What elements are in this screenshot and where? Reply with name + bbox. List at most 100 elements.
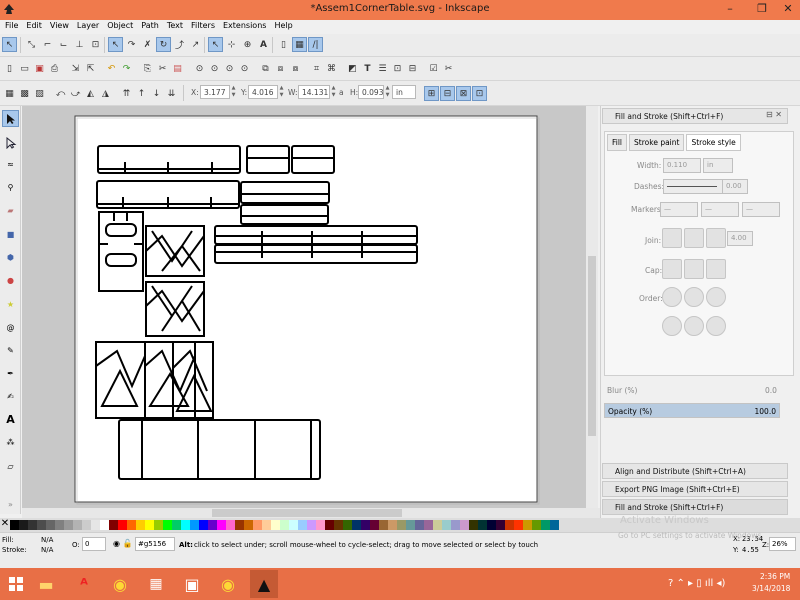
- y-spinner-icon[interactable]: ▲ ▼: [278, 85, 285, 99]
- color-swatch[interactable]: [523, 520, 532, 530]
- snap-object-center-icon[interactable]: ⊕: [240, 37, 255, 52]
- cap-butt-icon[interactable]: [662, 259, 682, 279]
- color-swatch[interactable]: [190, 520, 199, 530]
- color-swatch[interactable]: [379, 520, 388, 530]
- color-swatch[interactable]: [496, 520, 505, 530]
- chrome-icon[interactable]: ◉: [106, 570, 134, 598]
- snap-bbox-icon[interactable]: ⤡: [24, 37, 39, 52]
- marker-start-select[interactable]: —: [660, 202, 698, 217]
- miter-limit-field[interactable]: 4.00: [727, 231, 753, 246]
- color-swatch[interactable]: [442, 520, 451, 530]
- export-icon[interactable]: ⇱: [83, 61, 98, 76]
- pen-tool-icon[interactable]: ✒: [2, 365, 19, 382]
- color-swatch[interactable]: [370, 520, 379, 530]
- zoom-drawing-icon[interactable]: ⊙: [207, 61, 222, 76]
- scale-corners-icon[interactable]: ⊟: [440, 86, 455, 101]
- duplicate-icon[interactable]: ⧉: [258, 61, 273, 76]
- snap-guide-icon[interactable]: /|: [308, 37, 323, 52]
- tray-icons[interactable]: ? ⌃ ▸ ▯ ıll ◂): [668, 578, 725, 589]
- fill-stroke-icon[interactable]: ◩: [345, 61, 360, 76]
- preferences-icon[interactable]: ✂: [441, 61, 456, 76]
- deselect-icon[interactable]: ▨: [32, 86, 47, 101]
- flip-vertical-icon[interactable]: ◮: [98, 86, 113, 101]
- tablet-app-icon[interactable]: ▣: [178, 570, 206, 598]
- rectangle-tool-icon[interactable]: ■: [2, 226, 19, 243]
- color-swatch[interactable]: [271, 520, 280, 530]
- file-explorer-icon[interactable]: ▬: [32, 570, 60, 598]
- color-swatch[interactable]: [325, 520, 334, 530]
- color-swatch[interactable]: [505, 520, 514, 530]
- color-swatch[interactable]: [55, 520, 64, 530]
- horizontal-scrollbar[interactable]: [22, 508, 600, 518]
- menu-filters[interactable]: Filters: [186, 20, 218, 30]
- align-distribute-dialog[interactable]: Align and Distribute (Shift+Ctrl+A): [602, 463, 788, 479]
- menu-edit[interactable]: Edit: [21, 20, 45, 30]
- order-stroke-fill-icon[interactable]: [684, 287, 704, 307]
- menu-layer[interactable]: Layer: [72, 20, 102, 30]
- color-swatch[interactable]: [37, 520, 46, 530]
- x-spinner-icon[interactable]: ▲ ▼: [230, 85, 237, 99]
- color-swatch[interactable]: [136, 520, 145, 530]
- color-swatch[interactable]: [226, 520, 235, 530]
- color-swatch[interactable]: [118, 520, 127, 530]
- color-swatch[interactable]: [424, 520, 433, 530]
- spray-tool-icon[interactable]: ⁂: [2, 434, 19, 451]
- snap-cusp-icon[interactable]: ⤴: [172, 37, 187, 52]
- color-swatch[interactable]: [91, 520, 100, 530]
- h-field[interactable]: 0.093: [358, 85, 384, 99]
- color-swatch[interactable]: [343, 520, 352, 530]
- node-tool-icon[interactable]: [2, 134, 19, 151]
- paste-icon[interactable]: ▤: [170, 61, 185, 76]
- print-icon[interactable]: ⎙: [47, 61, 62, 76]
- color-swatch[interactable]: [19, 520, 28, 530]
- rotate-ccw-icon[interactable]: ⤺: [53, 86, 68, 101]
- new-document-icon[interactable]: ▯: [2, 61, 17, 76]
- text-font-icon[interactable]: T: [360, 61, 375, 76]
- color-swatch[interactable]: [307, 520, 316, 530]
- menu-path[interactable]: Path: [136, 20, 162, 30]
- menu-text[interactable]: Text: [162, 20, 186, 30]
- color-swatch[interactable]: [100, 520, 109, 530]
- order-markers-icon[interactable]: [706, 287, 726, 307]
- select-all-icon[interactable]: ▦: [2, 86, 17, 101]
- marker-mid-select[interactable]: —: [701, 202, 739, 217]
- color-swatch[interactable]: [109, 520, 118, 530]
- color-swatch[interactable]: [244, 520, 253, 530]
- lock-ratio-icon[interactable]: a: [339, 88, 344, 97]
- color-swatch[interactable]: [478, 520, 487, 530]
- minimize-icon[interactable]: –: [716, 0, 744, 20]
- snap-text-baseline-icon[interactable]: A: [256, 37, 271, 52]
- save-icon[interactable]: ▣: [32, 61, 47, 76]
- stroke-width-field[interactable]: 0.110: [663, 158, 701, 173]
- color-swatch[interactable]: [208, 520, 217, 530]
- lower-icon[interactable]: ↓: [149, 86, 164, 101]
- more-tools-icon[interactable]: »: [2, 496, 19, 513]
- snap-center-icon[interactable]: ⊡: [88, 37, 103, 52]
- acrobat-icon[interactable]: ᴬ: [70, 570, 98, 598]
- order-option-4-icon[interactable]: [662, 316, 682, 336]
- chrome-icon-2[interactable]: ◉: [214, 570, 242, 598]
- spiral-tool-icon[interactable]: @: [2, 319, 19, 336]
- marker-end-select[interactable]: —: [742, 202, 780, 217]
- snap-page-icon[interactable]: ▯: [276, 37, 291, 52]
- cap-round-icon[interactable]: [684, 259, 704, 279]
- snap-midpoint-icon[interactable]: ⊥: [72, 37, 87, 52]
- join-miter-icon[interactable]: [662, 228, 682, 248]
- color-swatch[interactable]: [361, 520, 370, 530]
- snap-rotation-center-icon[interactable]: ⊹: [224, 37, 239, 52]
- blur-value[interactable]: 0.0: [765, 386, 777, 395]
- text-tool-icon[interactable]: A: [2, 411, 19, 428]
- cut-icon[interactable]: ✂: [155, 61, 170, 76]
- color-swatch[interactable]: [199, 520, 208, 530]
- color-swatch[interactable]: [550, 520, 559, 530]
- zoom-page-icon[interactable]: ⊙: [222, 61, 237, 76]
- color-swatch[interactable]: [460, 520, 469, 530]
- measure-tool-icon[interactable]: ▰: [2, 202, 19, 219]
- color-swatch[interactable]: [298, 520, 307, 530]
- join-bevel-icon[interactable]: [706, 228, 726, 248]
- dashes-offset-field[interactable]: 0.00: [722, 179, 748, 194]
- 3d-box-tool-icon[interactable]: ⬢: [2, 249, 19, 266]
- import-icon[interactable]: ⇲: [68, 61, 83, 76]
- vertical-scroll-thumb[interactable]: [588, 256, 596, 436]
- zoom-selection-icon[interactable]: ⊙: [192, 61, 207, 76]
